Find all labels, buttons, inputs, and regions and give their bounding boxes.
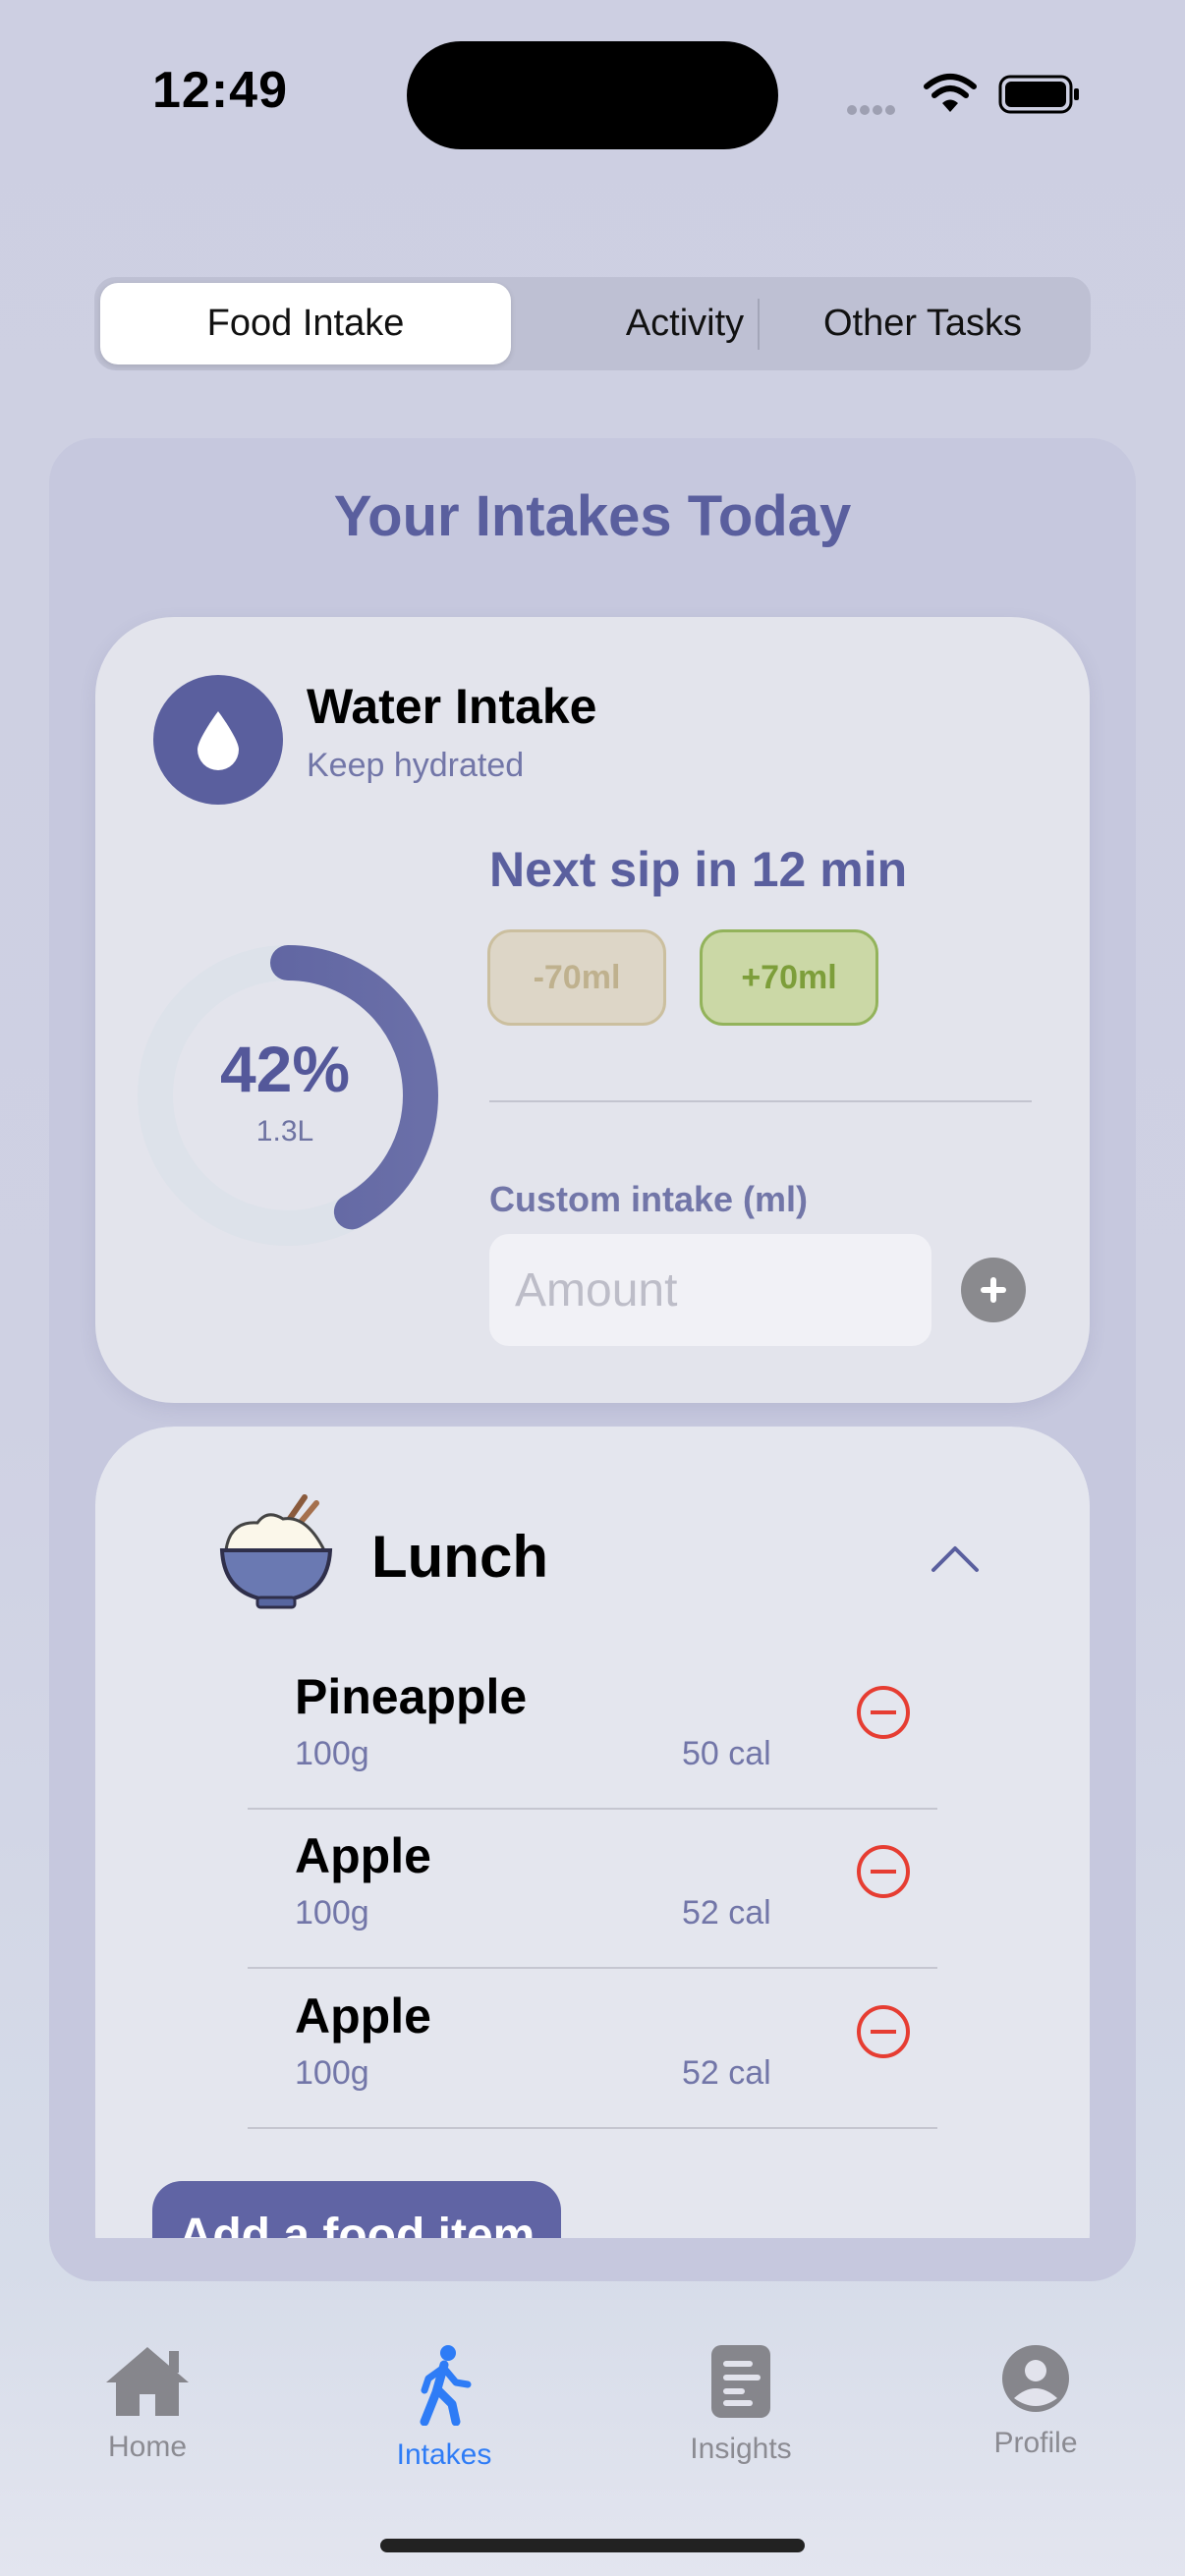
chevron-up-icon[interactable] bbox=[930, 1542, 981, 1574]
food-calories: 52 cal bbox=[682, 1894, 771, 1932]
meal-title: Lunch bbox=[371, 1524, 548, 1590]
food-name: Apple bbox=[295, 1828, 431, 1883]
tab-insights[interactable]: Insights bbox=[643, 2343, 839, 2466]
custom-amount-input[interactable] bbox=[489, 1234, 931, 1346]
walking-person-icon bbox=[420, 2345, 472, 2427]
segment-divider bbox=[758, 299, 760, 350]
segmented-control: Food Intake Activity Other Tasks bbox=[94, 277, 1091, 370]
food-quantity: 100g bbox=[295, 1894, 369, 1932]
tab-home[interactable]: Home bbox=[49, 2343, 246, 2464]
divider bbox=[489, 1100, 1032, 1102]
dynamic-island bbox=[407, 41, 778, 149]
water-intake-subtitle: Keep hydrated bbox=[307, 747, 525, 784]
minus-circle-icon bbox=[871, 2030, 896, 2034]
food-row: Apple 100g 52 cal bbox=[248, 1810, 937, 1969]
tab-label: Profile bbox=[993, 2427, 1078, 2459]
food-quantity: 100g bbox=[295, 1735, 369, 1772]
minus-circle-icon bbox=[871, 1710, 896, 1714]
food-row: Pineapple 100g 50 cal bbox=[248, 1651, 937, 1810]
food-calories: 52 cal bbox=[682, 2054, 771, 2092]
food-row: Apple 100g 52 cal bbox=[248, 1970, 937, 2129]
add-food-item-button[interactable]: Add a food item bbox=[152, 2181, 561, 2238]
remove-food-button[interactable] bbox=[857, 1686, 910, 1739]
status-time: 12:49 bbox=[152, 62, 288, 119]
remove-food-button[interactable] bbox=[857, 2005, 910, 2058]
water-intake-title: Water Intake bbox=[307, 679, 597, 734]
tab-profile[interactable]: Profile bbox=[937, 2343, 1134, 2460]
tab-label: Home bbox=[107, 2431, 188, 2463]
food-name: Pineapple bbox=[295, 1669, 528, 1724]
person-circle-icon bbox=[1002, 2345, 1069, 2412]
plus-70ml-button[interactable]: +70ml bbox=[700, 929, 878, 1026]
row-divider bbox=[248, 2127, 937, 2129]
food-quantity: 100g bbox=[295, 2054, 369, 2092]
water-amount: 1.3L bbox=[255, 1115, 314, 1148]
minus-circle-icon bbox=[871, 1870, 896, 1874]
row-divider bbox=[248, 1967, 937, 1969]
battery-icon bbox=[998, 75, 1079, 114]
minus-70ml-button[interactable]: -70ml bbox=[487, 929, 666, 1026]
water-drop-badge bbox=[153, 675, 283, 805]
document-icon bbox=[711, 2345, 770, 2418]
house-icon bbox=[106, 2347, 189, 2416]
food-calories: 50 cal bbox=[682, 1735, 771, 1772]
remove-food-button[interactable] bbox=[857, 1845, 910, 1898]
wifi-icon bbox=[924, 74, 977, 112]
tab-label: Insights bbox=[690, 2433, 792, 2465]
tab-label: Intakes bbox=[396, 2438, 492, 2471]
food-name: Apple bbox=[295, 1988, 431, 2044]
rice-bowl-icon bbox=[219, 1494, 333, 1609]
home-indicator bbox=[380, 2539, 805, 2552]
page-title: Your Intakes Today bbox=[333, 484, 852, 548]
tab-intakes[interactable]: Intakes bbox=[346, 2343, 542, 2472]
plus-icon bbox=[981, 1277, 1006, 1303]
cellular-signal-icon bbox=[847, 102, 898, 120]
water-drop-icon bbox=[198, 711, 239, 770]
segment-other-tasks[interactable]: Other Tasks bbox=[761, 283, 1085, 364]
water-progress-percent: 42% bbox=[219, 1033, 351, 1105]
custom-intake-label: Custom intake (ml) bbox=[489, 1179, 809, 1219]
segment-food-intake[interactable]: Food Intake bbox=[100, 283, 511, 364]
next-sip-label: Next sip in 12 min bbox=[489, 842, 908, 897]
add-custom-intake-button[interactable] bbox=[961, 1258, 1026, 1322]
